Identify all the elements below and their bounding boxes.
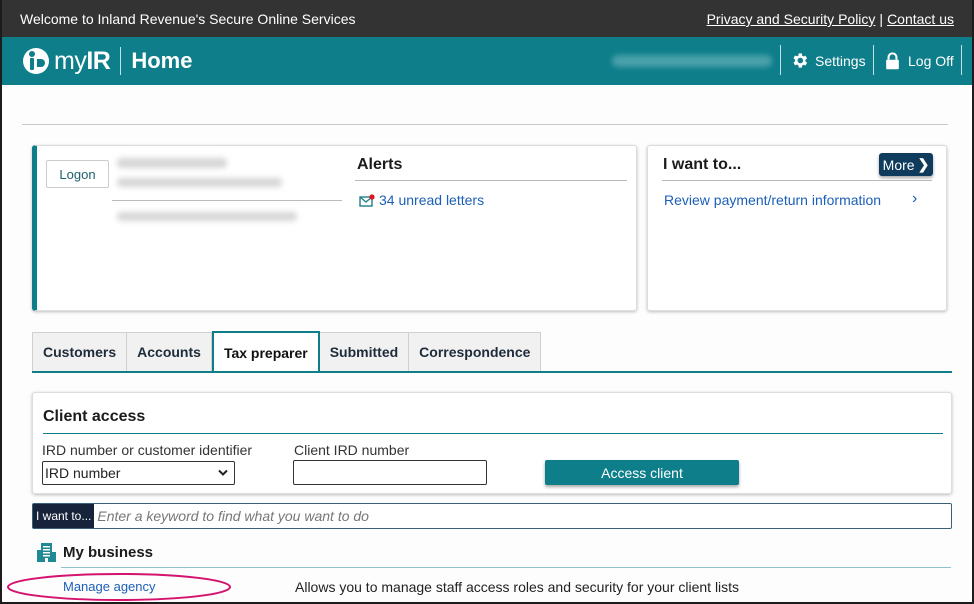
- tab-bar: Customers Accounts Tax preparer Submitte…: [32, 331, 542, 373]
- privacy-policy-link[interactable]: Privacy and Security Policy: [707, 11, 876, 27]
- account-name-redacted: [117, 158, 227, 168]
- identifier-select[interactable]: IRD number: [42, 461, 235, 485]
- my-business-divider: [61, 567, 951, 568]
- highlight-annotation: [7, 573, 231, 601]
- account-summary-card: Logon Alerts 34 unread letters: [32, 145, 637, 311]
- last-logged-in-redacted: [117, 212, 297, 221]
- chevron-down-icon: [218, 469, 228, 476]
- log-off-label: Log Off: [908, 52, 954, 69]
- my-business-title: My business: [63, 544, 154, 561]
- tab-submitted[interactable]: Submitted: [319, 332, 410, 372]
- brand-bold: IR: [86, 46, 111, 75]
- client-access-divider: [43, 433, 943, 434]
- lock-icon: [886, 52, 899, 70]
- building-icon: [37, 543, 56, 562]
- settings-label: Settings: [815, 52, 866, 69]
- logo-divider: [120, 47, 122, 75]
- alerts-divider: [355, 180, 627, 181]
- page-title: Home: [131, 48, 193, 73]
- review-payment-link[interactable]: Review payment/return information: [664, 192, 881, 208]
- summary-divider: [112, 200, 342, 201]
- search-label: I want to...: [33, 504, 95, 528]
- brand-light: my: [54, 46, 87, 75]
- ir-logo-icon: [23, 48, 49, 74]
- i-want-to-card: I want to... More ❯ Review payment/return…: [647, 145, 947, 311]
- client-access-card: Client access IRD number or customer ide…: [32, 392, 952, 494]
- client-ird-label: Client IRD number: [294, 442, 410, 458]
- main-header: myIR Home Settings Log Off: [2, 37, 972, 85]
- myir-logo[interactable]: myIR Home: [22, 45, 192, 77]
- account-email-redacted: [117, 178, 282, 187]
- access-client-button[interactable]: Access client: [545, 460, 739, 485]
- want-divider: [662, 180, 932, 181]
- header-divider: [873, 45, 874, 75]
- search-input[interactable]: Enter a keyword to find what you want to…: [94, 504, 951, 528]
- tab-correspondence[interactable]: Correspondence: [409, 332, 542, 372]
- identifier-label: IRD number or customer identifier: [42, 442, 253, 458]
- gear-icon: [793, 53, 808, 68]
- client-ird-input[interactable]: [293, 460, 487, 485]
- manage-agency-description: Allows you to manage staff access roles …: [295, 579, 740, 595]
- identifier-selected-value: IRD number: [45, 465, 121, 481]
- settings-button[interactable]: Settings: [790, 51, 866, 70]
- mail-icon: [359, 193, 375, 207]
- client-access-title: Client access: [43, 408, 146, 425]
- header-divider: [961, 45, 962, 75]
- chevron-right-icon: ❯: [917, 156, 930, 172]
- alerts-title: Alerts: [357, 156, 403, 173]
- logon-button[interactable]: Logon: [46, 160, 109, 188]
- tab-customers[interactable]: Customers: [32, 332, 128, 372]
- tab-underline: [32, 371, 952, 373]
- log-off-button[interactable]: Log Off: [883, 51, 954, 70]
- user-name-redacted: [612, 55, 772, 67]
- header-divider: [780, 45, 781, 75]
- unread-letters-label: 34 unread letters: [379, 192, 485, 208]
- i-want-to-search[interactable]: I want to... Enter a keyword to find wha…: [32, 503, 952, 529]
- link-separator: |: [879, 11, 884, 27]
- more-label: More: [882, 156, 915, 173]
- brand-name: myIR: [54, 46, 111, 76]
- utility-links: Privacy and Security Policy | Contact us: [707, 11, 954, 27]
- chevron-right-icon[interactable]: ›: [912, 190, 917, 208]
- i-want-to-title: I want to...: [663, 156, 742, 173]
- page-divider: [22, 124, 948, 125]
- contact-us-link[interactable]: Contact us: [887, 11, 954, 27]
- top-utility-bar: Welcome to Inland Revenue's Secure Onlin…: [2, 0, 972, 37]
- unread-letters-link[interactable]: 34 unread letters: [359, 192, 484, 208]
- more-button[interactable]: More ❯: [879, 153, 933, 176]
- welcome-text: Welcome to Inland Revenue's Secure Onlin…: [20, 11, 356, 27]
- tab-tax-preparer[interactable]: Tax preparer: [211, 331, 320, 373]
- tab-accounts[interactable]: Accounts: [127, 332, 212, 372]
